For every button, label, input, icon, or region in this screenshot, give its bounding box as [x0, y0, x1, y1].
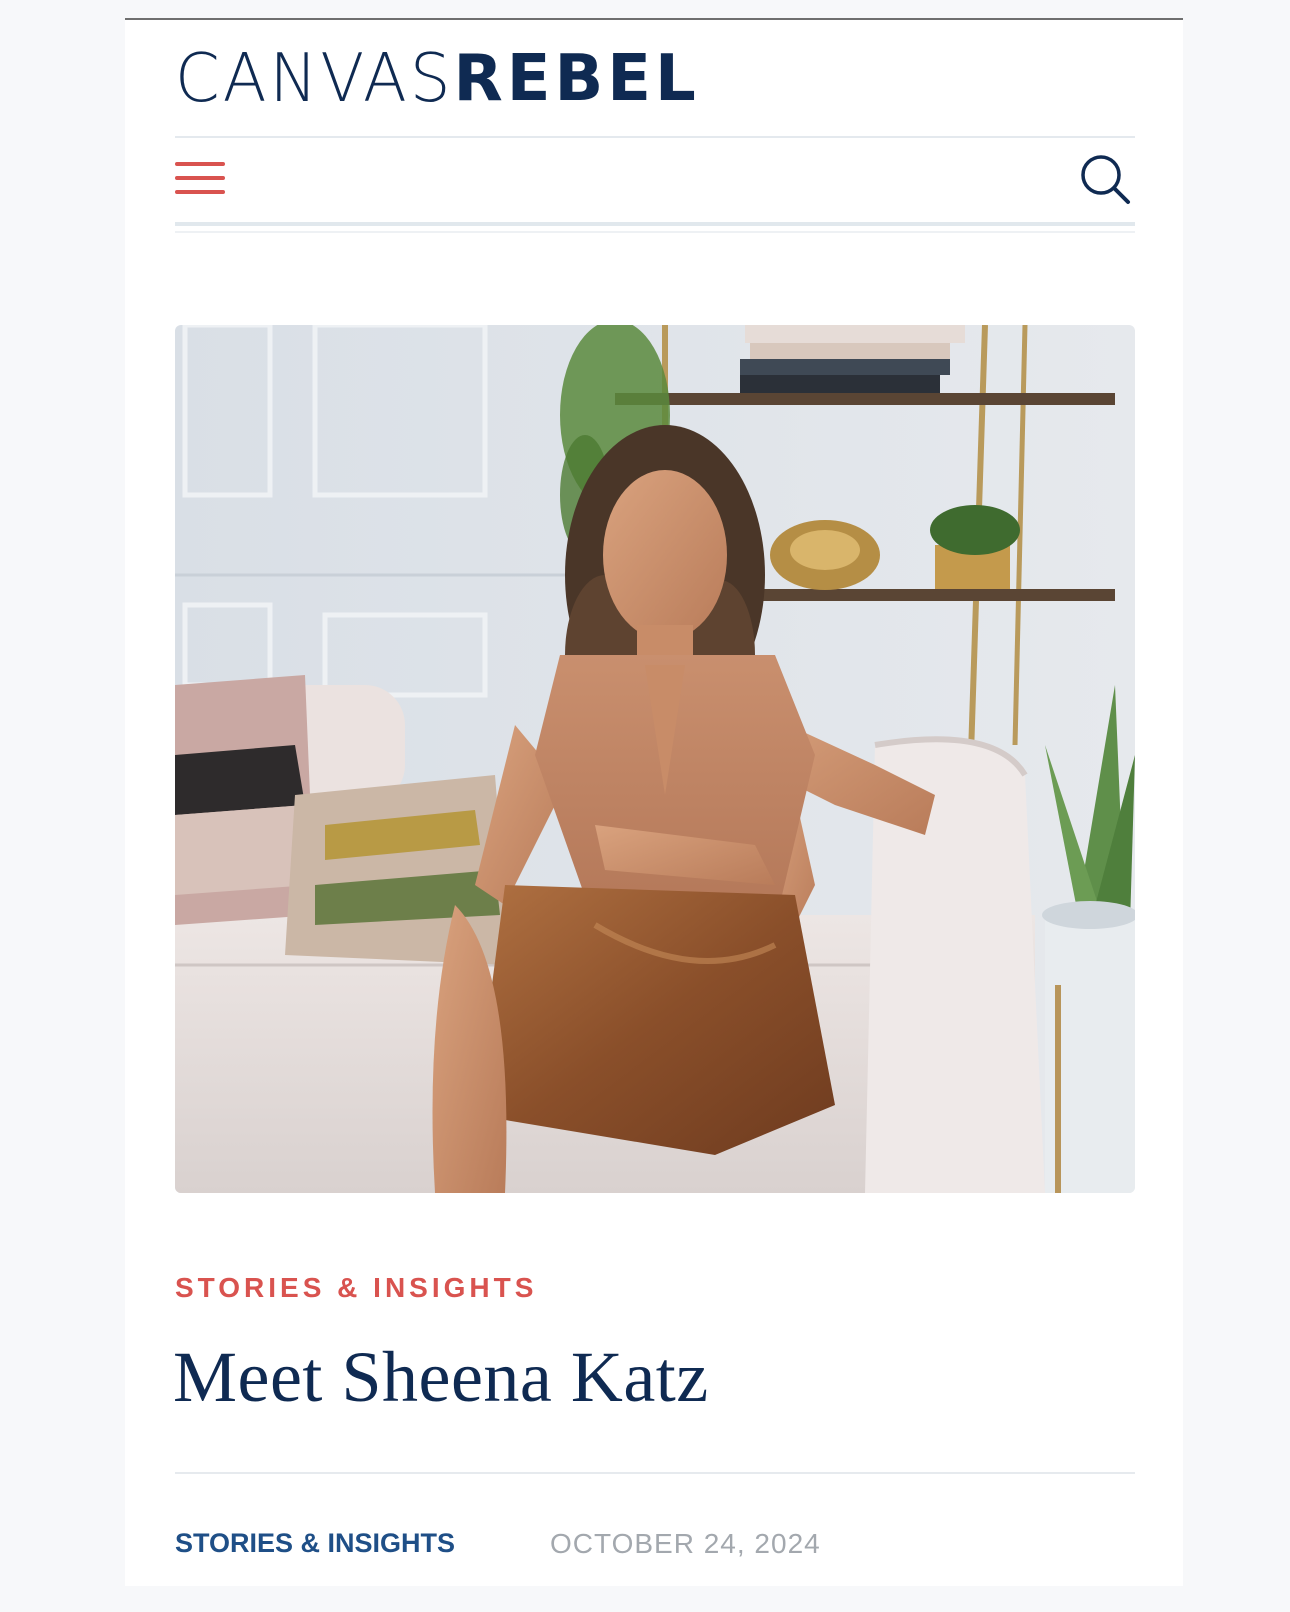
nav-divider: [175, 222, 1135, 226]
logo-text-rebel: REBEL: [453, 42, 700, 116]
article-category-link[interactable]: STORIES & INSIGHTS: [175, 1528, 455, 1559]
site-logo[interactable]: CANVASREBEL: [175, 40, 700, 118]
article-title: Meet Sheena Katz: [173, 1337, 709, 1417]
nav-divider-secondary: [175, 231, 1135, 233]
hero-portrait-image: [175, 325, 1135, 1193]
logo-text-canvas: CANVAS: [175, 40, 454, 118]
meta-divider: [175, 1472, 1135, 1474]
article-kicker[interactable]: STORIES & INSIGHTS: [175, 1272, 537, 1304]
article-date: OCTOBER 24, 2024: [550, 1528, 821, 1559]
hamburger-menu-icon[interactable]: [175, 160, 225, 198]
header-divider: [175, 136, 1135, 138]
search-icon[interactable]: [1080, 154, 1132, 206]
article-page: CANVASREBEL STORIES & INSIGHTS Meet Shee…: [125, 18, 1183, 1586]
